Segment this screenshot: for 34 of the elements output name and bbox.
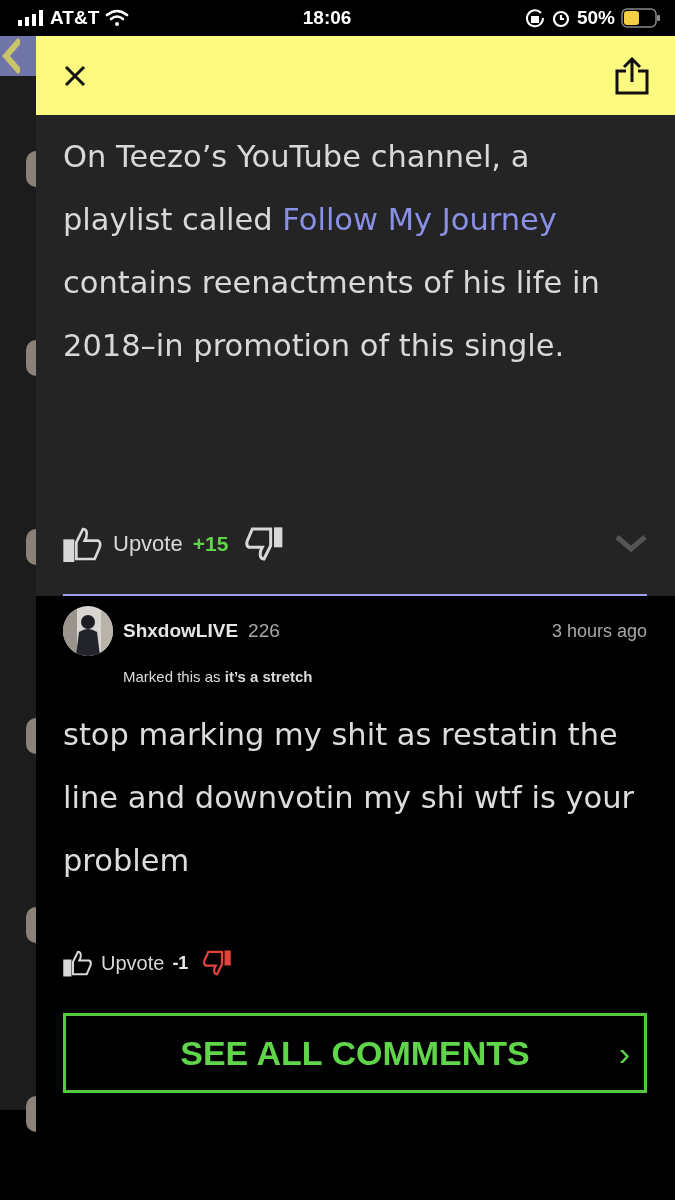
thumbs-down-icon[interactable] bbox=[244, 524, 285, 564]
battery-percentage: 50% bbox=[576, 7, 615, 29]
avatar bbox=[26, 151, 36, 187]
comment-text: stop marking my shit as restatin the line and downvotin my shi wtf is your problem bbox=[63, 716, 636, 880]
playlist-link[interactable]: Follow bbox=[282, 202, 378, 237]
avatar bbox=[26, 907, 36, 943]
battery-icon bbox=[621, 8, 661, 28]
playlist-link[interactable]: Journey bbox=[441, 202, 557, 237]
thumbs-down-icon[interactable] bbox=[202, 948, 233, 978]
avatar bbox=[26, 340, 36, 376]
wifi-icon bbox=[105, 9, 130, 27]
alarm-icon bbox=[550, 8, 571, 28]
mark-note: Marked this as it’s a stretch bbox=[123, 668, 314, 685]
upvote-label[interactable]: Upvote bbox=[101, 951, 165, 975]
share-icon[interactable] bbox=[615, 56, 649, 95]
avatar bbox=[26, 1096, 36, 1132]
vote-score: -1 bbox=[172, 952, 189, 974]
annotation-text: On Teezo’s YouTube channel, a playlist called Follow My Journey contains reenactments of his life in 2018–in promotion of this single. bbox=[63, 138, 601, 365]
username[interactable]: ShxdowLIVE bbox=[123, 620, 239, 642]
vote-score: +15 bbox=[192, 532, 229, 556]
rotation-lock-icon bbox=[524, 8, 545, 28]
thumbs-up-icon[interactable] bbox=[63, 948, 93, 978]
clock-time: 18:06 bbox=[302, 7, 352, 29]
back-chevron-icon bbox=[0, 36, 20, 76]
carrier-name: AT&T bbox=[50, 7, 100, 29]
see-all-comments-button[interactable]: SEE ALL COMMENTS › bbox=[63, 1013, 647, 1093]
playlist-link[interactable]: My bbox=[387, 202, 433, 237]
close-icon[interactable] bbox=[64, 64, 86, 87]
user-iq: 226 bbox=[248, 620, 280, 642]
avatar bbox=[26, 718, 36, 754]
avatar bbox=[26, 529, 36, 565]
comment-time: 3 hours ago bbox=[551, 620, 647, 642]
signal-icon bbox=[18, 10, 44, 26]
upvote-label[interactable]: Upvote bbox=[113, 531, 183, 557]
